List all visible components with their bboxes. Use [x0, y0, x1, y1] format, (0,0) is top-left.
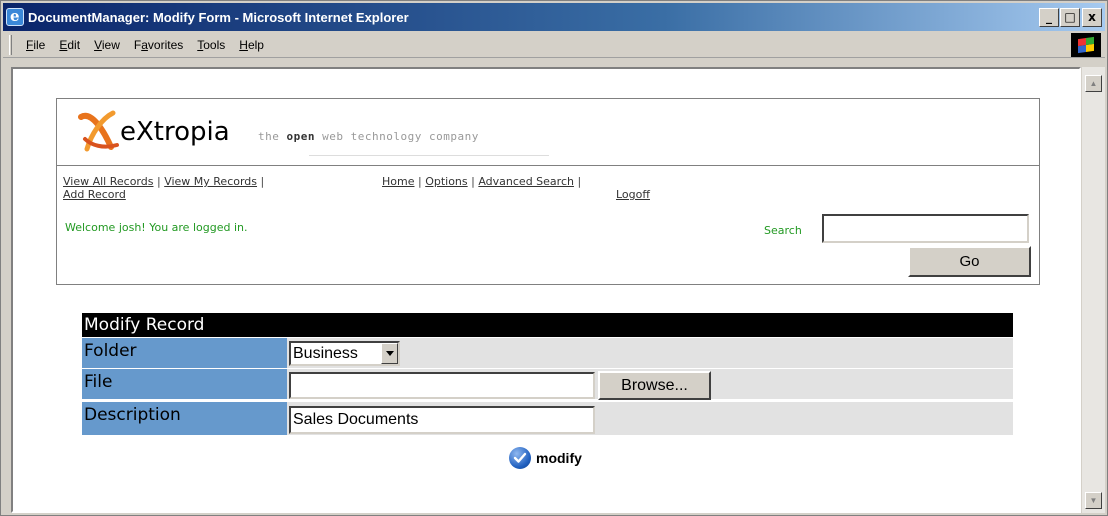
- nav-group-records: View All Records | View My Records |: [63, 175, 264, 188]
- menu-file[interactable]: File: [26, 38, 45, 52]
- form-title: Modify Record: [82, 313, 1013, 337]
- menu-grip: [9, 34, 12, 55]
- home-link[interactable]: Home: [382, 175, 414, 188]
- windows-logo-icon: [1071, 32, 1101, 57]
- go-button[interactable]: Go: [908, 246, 1031, 277]
- menu-bar: File Edit View Favorites Tools Help: [3, 32, 1105, 58]
- extropia-x-logo-icon: [78, 110, 119, 152]
- description-row: Description Sales Documents: [82, 401, 1013, 435]
- file-label: File: [82, 369, 287, 399]
- menu-view[interactable]: View: [94, 38, 120, 52]
- nav-group-add: Add Record: [63, 188, 126, 201]
- view-all-records-link[interactable]: View All Records: [63, 175, 153, 188]
- nav-separator: |: [414, 175, 426, 188]
- logoff-link[interactable]: Logoff: [616, 188, 650, 201]
- advanced-search-link[interactable]: Advanced Search: [478, 175, 574, 188]
- site-header: eXtropia the open web technology company…: [56, 98, 1040, 285]
- check-circle-icon: [509, 447, 531, 469]
- close-button[interactable]: x: [1082, 7, 1102, 27]
- file-row: File Browse...: [82, 368, 1013, 400]
- scroll-down-icon[interactable]: ▼: [1085, 492, 1102, 509]
- nav-separator: |: [573, 175, 582, 188]
- vertical-scrollbar[interactable]: ▲ ▼: [1081, 67, 1105, 513]
- logo-row: eXtropia the open web technology company: [57, 99, 1039, 166]
- description-input[interactable]: Sales Documents: [289, 406, 595, 434]
- menu-tools[interactable]: Tools: [197, 38, 225, 52]
- folder-row: Folder Business: [82, 337, 1013, 368]
- window-title: DocumentManager: Modify Form - Microsoft…: [28, 9, 409, 25]
- folder-select-value: Business: [293, 345, 358, 362]
- maximize-button[interactable]: □: [1060, 7, 1080, 27]
- nav-separator: |: [467, 175, 479, 188]
- file-input[interactable]: [289, 372, 595, 399]
- welcome-message: Welcome josh! You are logged in.: [65, 221, 248, 234]
- menu-edit[interactable]: Edit: [59, 38, 80, 52]
- add-record-link[interactable]: Add Record: [63, 188, 126, 201]
- menu-help[interactable]: Help: [239, 38, 264, 52]
- minimize-button[interactable]: _: [1039, 7, 1059, 27]
- nav-separator: |: [153, 175, 165, 188]
- modify-label: modify: [536, 450, 582, 466]
- folder-select[interactable]: Business: [289, 341, 400, 366]
- menu-favorites[interactable]: Favorites: [134, 38, 183, 52]
- logo-wordmark: eXtropia: [120, 117, 230, 147]
- browser-window: DocumentManager: Modify Form - Microsoft…: [0, 0, 1108, 516]
- folder-label: Folder: [82, 338, 287, 368]
- nav-separator: |: [257, 175, 265, 188]
- search-label: Search: [764, 224, 802, 237]
- logo-underline: [309, 155, 549, 156]
- search-input[interactable]: [822, 214, 1029, 243]
- modify-button[interactable]: modify: [509, 447, 582, 469]
- logo-tagline: the open web technology company: [258, 130, 479, 143]
- view-my-records-link[interactable]: View My Records: [164, 175, 257, 188]
- browse-button[interactable]: Browse...: [598, 371, 711, 400]
- nav-group-main: Home | Options | Advanced Search |: [382, 175, 581, 188]
- description-label: Description: [82, 402, 287, 435]
- chevron-down-icon[interactable]: [381, 343, 398, 364]
- ie-page-icon: [6, 7, 24, 26]
- window-controls: _ □ x: [1039, 7, 1102, 27]
- scroll-up-icon[interactable]: ▲: [1085, 75, 1102, 92]
- nav-group-logoff: Logoff: [616, 188, 650, 201]
- options-link[interactable]: Options: [425, 175, 467, 188]
- title-bar: DocumentManager: Modify Form - Microsoft…: [3, 3, 1105, 31]
